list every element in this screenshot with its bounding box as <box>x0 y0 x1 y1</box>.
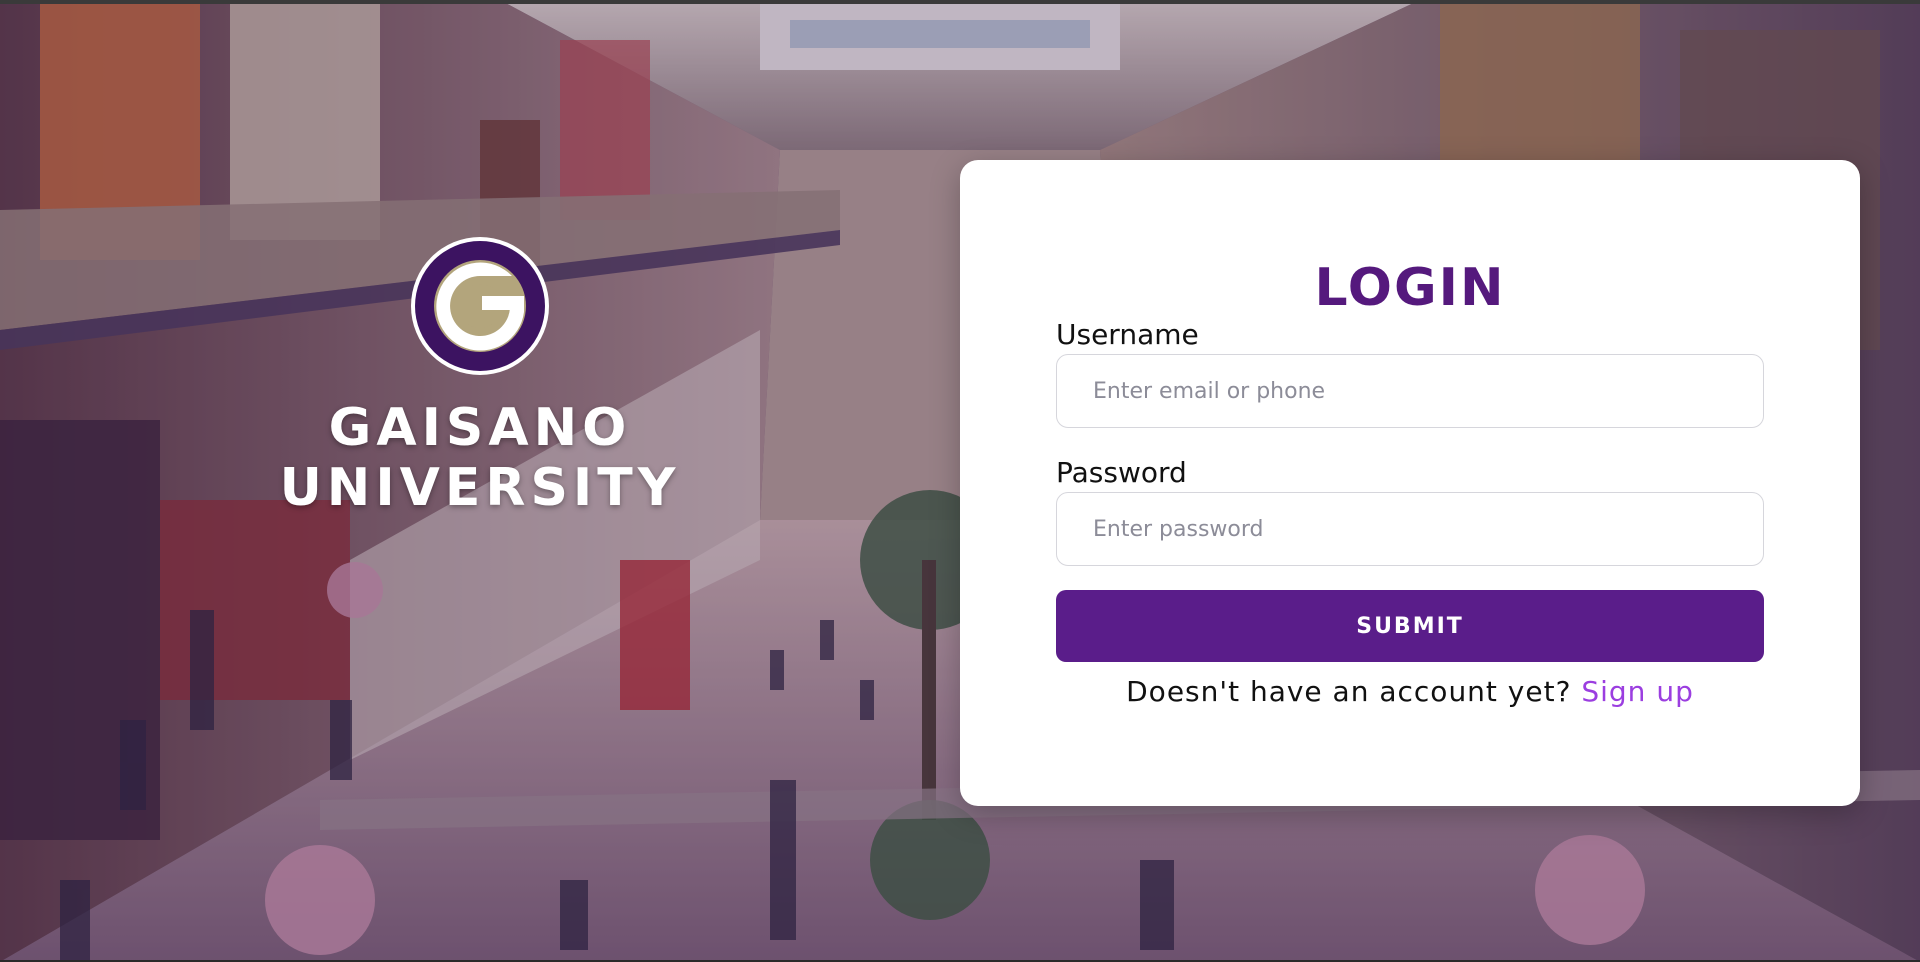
signup-link[interactable]: Sign up <box>1581 675 1694 708</box>
brand-block: GAISANO UNIVERSITY <box>270 236 690 518</box>
brand-name-line1: GAISANO <box>328 398 632 458</box>
gaisano-g-logo-icon <box>411 237 549 375</box>
username-input[interactable] <box>1056 354 1764 428</box>
window-top-border <box>0 0 1920 4</box>
login-title: LOGIN <box>1314 258 1506 318</box>
login-page: GAISANO UNIVERSITY LOGIN Username Passwo… <box>0 0 1920 962</box>
password-input[interactable] <box>1056 492 1764 566</box>
signup-prompt-text: Doesn't have an account yet? <box>1126 675 1572 708</box>
brand-name-line2: UNIVERSITY <box>279 458 681 518</box>
submit-button[interactable]: SUBMIT <box>1056 590 1764 662</box>
username-label: Username <box>1056 318 1199 351</box>
signup-prompt-line: Doesn't have an account yet? Sign up <box>1056 672 1764 712</box>
brand-name: GAISANO UNIVERSITY <box>270 398 690 518</box>
password-label: Password <box>1056 456 1187 489</box>
login-card: LOGIN Username Password SUBMIT Doesn't h… <box>960 160 1860 806</box>
login-form: LOGIN Username Password SUBMIT Doesn't h… <box>1056 160 1764 712</box>
